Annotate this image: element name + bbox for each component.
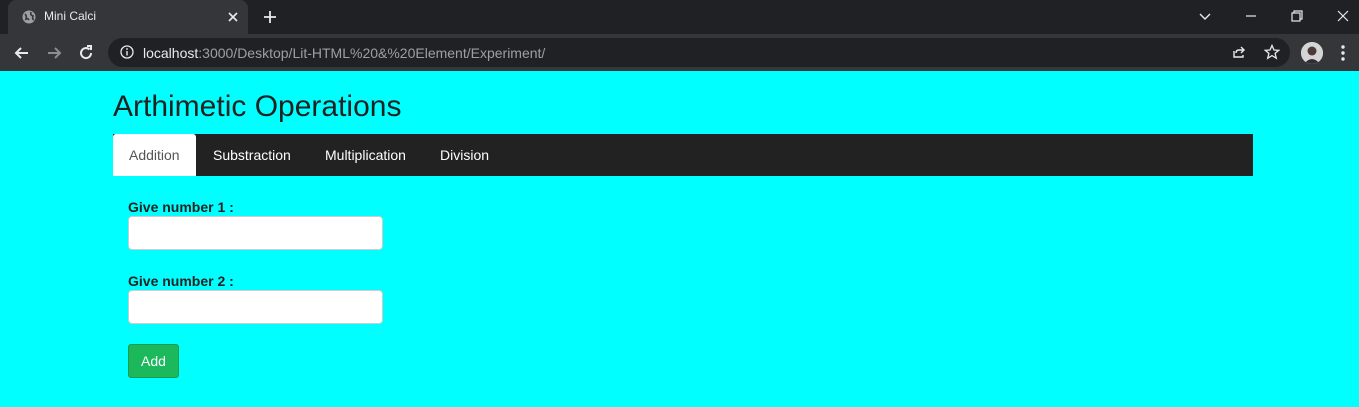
operation-tabs: Addition Substraction Multiplication Div… xyxy=(113,134,1253,176)
address-bar[interactable]: localhost:3000/Desktop/Lit-HTML%20&%20El… xyxy=(108,38,1290,67)
share-icon[interactable] xyxy=(1231,44,1247,60)
minimize-icon[interactable] xyxy=(1243,8,1259,24)
url-path: :3000/Desktop/Lit-HTML%20&%20Element/Exp… xyxy=(198,45,546,61)
restore-icon[interactable] xyxy=(1289,8,1305,24)
tab-multiplication[interactable]: Multiplication xyxy=(309,134,422,176)
number1-input[interactable] xyxy=(128,216,383,250)
forward-arrow-icon[interactable] xyxy=(45,44,63,62)
browser-tab-title: Mini Calci xyxy=(44,9,97,23)
tab-addition[interactable]: Addition xyxy=(113,134,196,176)
close-window-icon[interactable] xyxy=(1335,8,1351,24)
url-host: localhost xyxy=(143,45,199,61)
bookmark-star-icon[interactable] xyxy=(1264,44,1280,60)
back-arrow-icon[interactable] xyxy=(13,44,31,62)
info-icon[interactable] xyxy=(120,45,134,59)
browser-toolbar: localhost:3000/Desktop/Lit-HTML%20&%20El… xyxy=(0,34,1359,71)
number2-label: Give number 2 : xyxy=(128,273,234,289)
browser-tab[interactable]: Mini Calci xyxy=(8,0,248,34)
tab-substraction[interactable]: Substraction xyxy=(197,134,307,176)
profile-picture-icon xyxy=(1301,42,1323,64)
add-button[interactable]: Add xyxy=(128,344,179,378)
tab-division[interactable]: Division xyxy=(424,134,505,176)
tab-search-chevron-icon[interactable] xyxy=(1197,8,1213,24)
globe-icon xyxy=(22,10,36,24)
url-text[interactable]: localhost:3000/Desktop/Lit-HTML%20&%20El… xyxy=(143,45,545,61)
number1-label: Give number 1 : xyxy=(128,199,234,215)
browser-tab-strip: Mini Calci xyxy=(0,0,1359,34)
number2-input[interactable] xyxy=(128,290,383,324)
close-tab-icon[interactable] xyxy=(225,9,241,25)
reload-icon[interactable] xyxy=(77,44,95,62)
new-tab-icon[interactable] xyxy=(262,9,278,25)
page-title: Arthimetic Operations xyxy=(113,90,402,123)
profile-avatar[interactable] xyxy=(1301,42,1323,64)
browser-menu-icon[interactable] xyxy=(1340,44,1346,62)
